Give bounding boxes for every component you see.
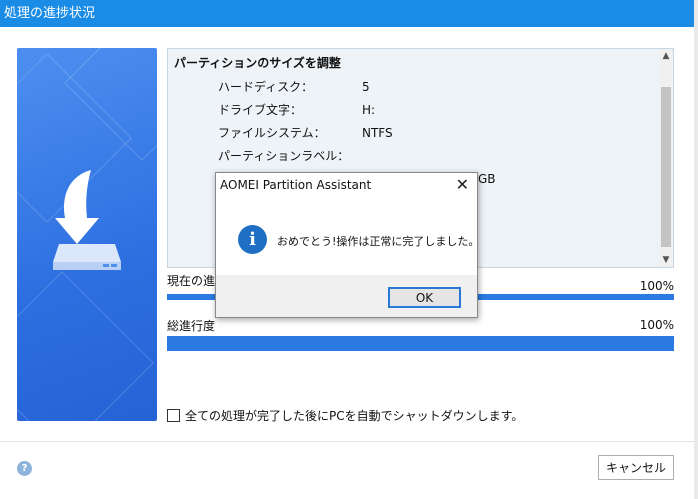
cancel-button[interactable]: キャンセル xyxy=(598,455,674,480)
total-progress-percent: 100% xyxy=(639,318,674,332)
footer-divider xyxy=(0,441,698,442)
scroll-down-icon[interactable]: ▼ xyxy=(659,253,673,267)
log-row: ファイルシステム： NTFS xyxy=(218,124,393,141)
close-icon[interactable]: ✕ xyxy=(456,175,469,194)
shutdown-checkbox[interactable] xyxy=(167,409,180,422)
log-key: ファイルシステム： xyxy=(218,126,326,140)
shutdown-option[interactable]: 全ての処理が完了した後にPCを自動でシャットダウンします。 xyxy=(167,407,523,424)
log-row: パーティションラベル： xyxy=(218,147,362,164)
total-progress-label: 総進行度 xyxy=(167,319,216,333)
illustration-panel xyxy=(17,48,157,421)
total-progress-bar xyxy=(167,336,674,351)
help-icon[interactable]: ? xyxy=(17,461,32,476)
log-value: NTFS xyxy=(362,126,393,140)
log-row: ハードディスク： 5 xyxy=(218,78,370,95)
log-key: ハードディスク： xyxy=(218,80,314,94)
scroll-thumb[interactable] xyxy=(661,87,671,247)
scroll-up-icon[interactable]: ▲ xyxy=(659,49,673,63)
log-value: GB xyxy=(478,172,496,186)
log-key: ドライブ文字： xyxy=(218,103,303,117)
dialog-message: おめでとう!操作は正常に完了しました。 xyxy=(277,235,480,248)
total-progress-fill xyxy=(167,336,674,351)
disk-download-icon xyxy=(53,170,121,270)
log-scrollbar[interactable]: ▲ ▼ xyxy=(659,49,673,267)
current-progress-label: 現在の進 xyxy=(167,274,216,288)
dialog-footer: OK xyxy=(216,275,477,317)
completion-dialog: AOMEI Partition Assistant ✕ i おめでとう!操作は正… xyxy=(215,172,480,318)
window-edge xyxy=(694,0,698,499)
log-value: H: xyxy=(362,103,376,117)
window-title: 処理の進捗状況 xyxy=(0,0,698,27)
log-key: パーティションラベル： xyxy=(218,149,350,163)
shutdown-checkbox-label[interactable]: 全ての処理が完了した後にPCを自動でシャットダウンします。 xyxy=(185,407,523,424)
progress-window: 処理の進捗状況 パーティションのサイズを調整 ハードディスク： 5 ドライブ文字：… xyxy=(0,0,698,499)
ok-button[interactable]: OK xyxy=(388,287,461,308)
log-row: ドライブ文字： H: xyxy=(218,101,375,118)
info-icon: i xyxy=(238,225,267,254)
current-progress-percent: 100% xyxy=(639,279,674,293)
log-title: パーティションのサイズを調整 xyxy=(174,56,341,70)
dialog-title: AOMEI Partition Assistant xyxy=(220,178,372,192)
log-value: 5 xyxy=(362,80,370,94)
